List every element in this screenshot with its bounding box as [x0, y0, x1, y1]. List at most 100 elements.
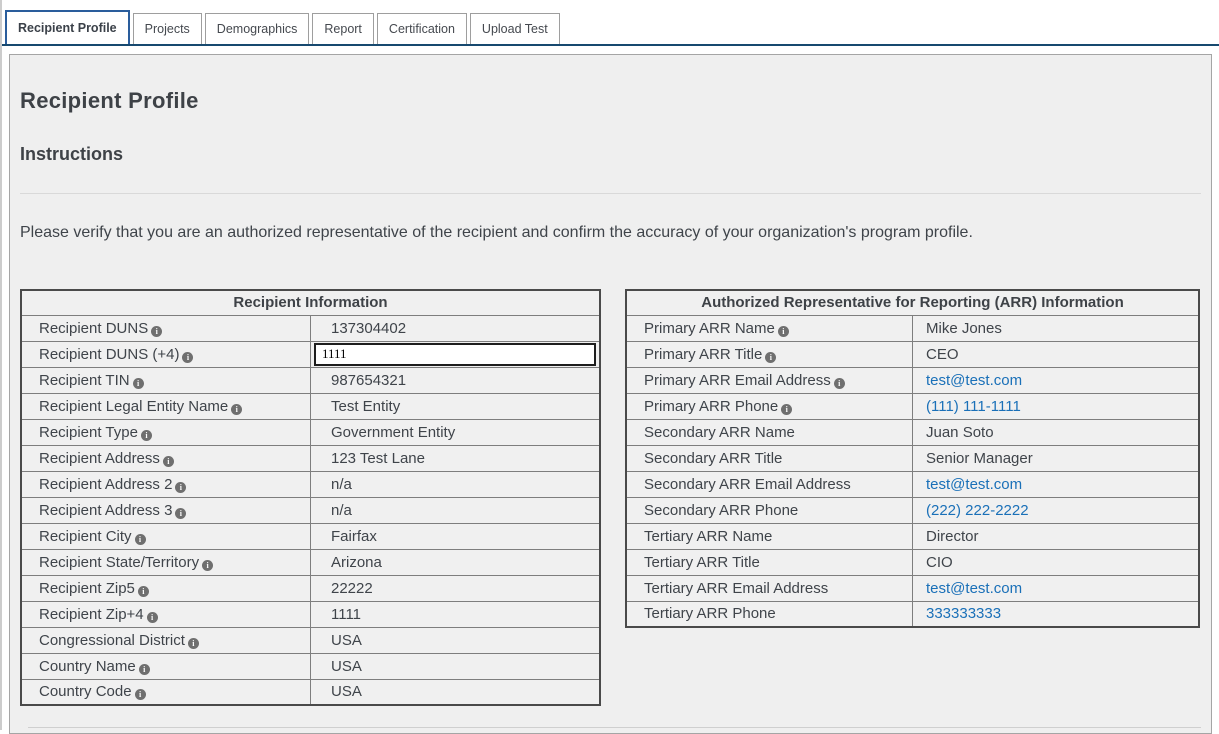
row-value: CIO [913, 549, 1200, 575]
row-value-text: Government Entity [331, 424, 455, 441]
row-value-text: 987654321 [331, 372, 406, 389]
row-label: Primary ARR Namei [626, 315, 913, 341]
info-icon[interactable]: i [834, 378, 845, 389]
info-icon[interactable]: i [141, 430, 152, 441]
tab-recipient-profile[interactable]: Recipient Profile [5, 10, 130, 44]
email-link[interactable]: test@test.com [926, 372, 1022, 389]
row-value-text: 22222 [331, 580, 373, 597]
row-value-text: Fairfax [331, 528, 377, 545]
phone-link[interactable]: (222) 222-2222 [926, 502, 1029, 519]
row-value: Arizona [311, 549, 601, 575]
table-row: Primary ARR NameiMike Jones [626, 315, 1199, 341]
info-icon[interactable]: i [138, 586, 149, 597]
table-row: Recipient DUNSi137304402 [21, 315, 600, 341]
arr-table-body: Primary ARR NameiMike JonesPrimary ARR T… [626, 315, 1199, 627]
row-value [311, 341, 601, 367]
row-value-text: USA [331, 658, 362, 675]
table-header-row: Recipient Information [21, 290, 600, 315]
table-row: Secondary ARR Name Juan Soto [626, 419, 1199, 445]
table-row: Tertiary ARR Name Director [626, 523, 1199, 549]
row-label-text: Secondary ARR Name [644, 424, 795, 441]
row-label-text: Primary ARR Name [644, 320, 775, 337]
row-value-text: Juan Soto [926, 424, 994, 441]
info-icon[interactable]: i [778, 326, 789, 337]
tab-certification[interactable]: Certification [377, 13, 467, 44]
row-label: Recipient Address 2i [21, 471, 311, 497]
recipient-table-title: Recipient Information [21, 290, 600, 315]
arr-table-title: Authorized Representative for Reporting … [626, 290, 1199, 315]
email-link[interactable]: test@test.com [926, 580, 1022, 597]
row-value-text: 123 Test Lane [331, 450, 425, 467]
row-label: Secondary ARR Title [626, 445, 913, 471]
row-label: Country Codei [21, 679, 311, 705]
info-icon[interactable]: i [151, 326, 162, 337]
recipient-table-body: Recipient DUNSi137304402Recipient DUNS (… [21, 315, 600, 705]
row-label-text: Primary ARR Email Address [644, 372, 831, 389]
row-value-text: n/a [331, 476, 352, 493]
info-icon[interactable]: i [133, 378, 144, 389]
row-label-text: Recipient Address 2 [39, 476, 172, 493]
row-label: Secondary ARR Phone [626, 497, 913, 523]
tab-label: Certification [389, 22, 455, 36]
info-icon[interactable]: i [781, 404, 792, 415]
tab-report[interactable]: Report [312, 13, 374, 44]
email-link[interactable]: test@test.com [926, 476, 1022, 493]
row-label: Congressional Districti [21, 627, 311, 653]
row-label: Recipient TINi [21, 367, 311, 393]
row-label: Recipient Zip5i [21, 575, 311, 601]
row-label-text: Primary ARR Title [644, 346, 762, 363]
info-icon[interactable]: i [135, 689, 146, 700]
table-row: Primary ARR TitleiCEO [626, 341, 1199, 367]
row-label: Country Namei [21, 653, 311, 679]
tab-upload-test[interactable]: Upload Test [470, 13, 560, 44]
table-row: Recipient Legal Entity NameiTest Entity [21, 393, 600, 419]
info-icon[interactable]: i [135, 534, 146, 545]
info-icon[interactable]: i [202, 560, 213, 571]
recipient-information-table: Recipient Information Recipient DUNSi137… [20, 289, 601, 706]
phone-link[interactable]: (111) 111-1111 [926, 398, 1021, 415]
arr-information-table: Authorized Representative for Reporting … [625, 289, 1200, 628]
row-value-text: Arizona [331, 554, 382, 571]
info-icon[interactable]: i [163, 456, 174, 467]
row-label: Recipient Legal Entity Namei [21, 393, 311, 419]
row-value: test@test.com [913, 367, 1200, 393]
tab-demographics[interactable]: Demographics [205, 13, 310, 44]
row-label: Tertiary ARR Title [626, 549, 913, 575]
row-label-text: Recipient City [39, 528, 132, 545]
table-row: Recipient DUNS (+4)i [21, 341, 600, 367]
row-label-text: Recipient State/Territory [39, 554, 199, 571]
table-row: Secondary ARR Phone (222) 222-2222 [626, 497, 1199, 523]
row-value: Juan Soto [913, 419, 1200, 445]
table-row: Country Namei USA [21, 653, 600, 679]
phone-link[interactable]: 333333333 [926, 605, 1001, 622]
row-label: Recipient Address 3i [21, 497, 311, 523]
table-row: Congressional DistrictiUSA [21, 627, 600, 653]
row-label-text: Tertiary ARR Email Address [644, 580, 828, 597]
instructions-heading: Instructions [20, 144, 1201, 165]
row-value-text: Director [926, 528, 979, 545]
info-icon[interactable]: i [175, 482, 186, 493]
row-label: Tertiary ARR Name [626, 523, 913, 549]
row-label: Recipient DUNS (+4)i [21, 341, 311, 367]
bottom-divider [28, 727, 1201, 728]
info-icon[interactable]: i [139, 664, 150, 675]
info-icon[interactable]: i [188, 638, 199, 649]
row-label-text: Recipient Address 3 [39, 502, 172, 519]
table-row: Recipient TINi 987654321 [21, 367, 600, 393]
row-value: Test Entity [311, 393, 601, 419]
row-label-text: Recipient Type [39, 424, 138, 441]
row-label-text: Recipient Zip5 [39, 580, 135, 597]
info-icon[interactable]: i [182, 352, 193, 363]
row-label-text: Country Name [39, 658, 136, 675]
info-icon[interactable]: i [231, 404, 242, 415]
row-value: n/a [311, 471, 601, 497]
info-icon[interactable]: i [765, 352, 776, 363]
info-icon[interactable]: i [175, 508, 186, 519]
table-row: Recipient Address 3in/a [21, 497, 600, 523]
info-icon[interactable]: i [147, 612, 158, 623]
tab-projects[interactable]: Projects [133, 13, 202, 44]
tab-label: Upload Test [482, 22, 548, 36]
recipient-duns-plus4-input[interactable] [314, 343, 596, 366]
table-row: Recipient Cityi Fairfax [21, 523, 600, 549]
row-value: (222) 222-2222 [913, 497, 1200, 523]
